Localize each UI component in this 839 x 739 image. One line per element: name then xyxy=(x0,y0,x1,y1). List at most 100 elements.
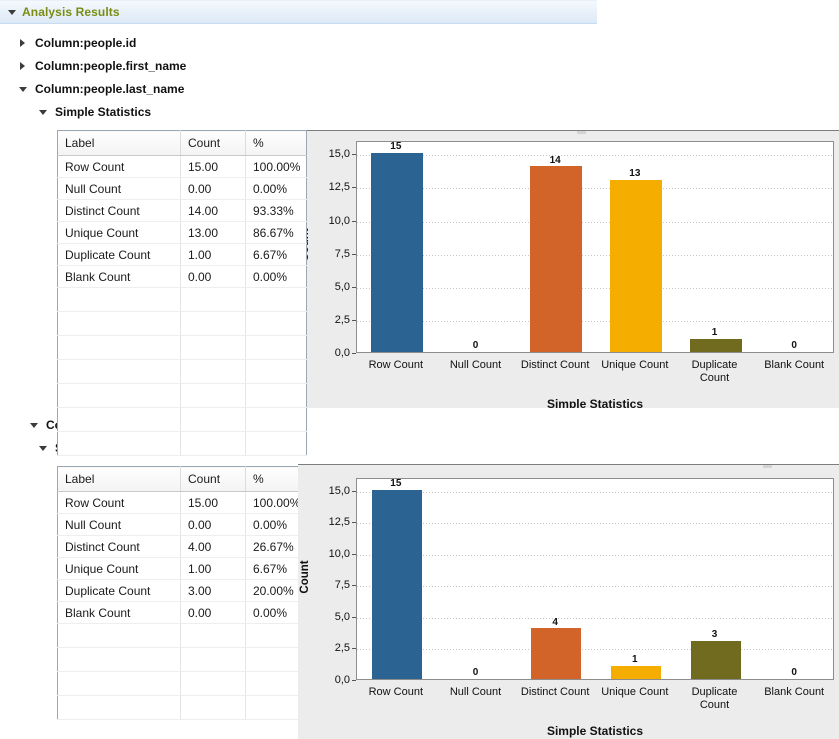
bar-row-count[interactable] xyxy=(371,153,423,352)
table-row[interactable]: Unique Count13.0086.67% xyxy=(58,222,307,244)
simple-statistics-chart-2[interactable]: 15041300,02,55,07,510,012,515,0CountRow … xyxy=(298,464,839,739)
table-cell-pct: 93.33% xyxy=(246,200,307,222)
tree-item-people-id[interactable]: Column:people.id xyxy=(19,36,136,50)
table-cell-label: Unique Count xyxy=(58,222,181,244)
table-cell-empty xyxy=(246,384,307,408)
table-cell-label: Duplicate Count xyxy=(58,244,181,266)
gridline xyxy=(357,618,833,619)
tree-item-simple-statistics-1[interactable]: Simple Statistics xyxy=(39,105,151,119)
column-header-count[interactable]: Count xyxy=(181,467,246,492)
bar-value-label: 0 xyxy=(791,667,797,678)
table-cell-empty xyxy=(181,288,246,312)
tree-item-people-first-name[interactable]: Column:people.first_name xyxy=(19,59,186,73)
table-cell-empty xyxy=(58,312,181,336)
table-cell-empty xyxy=(58,648,181,672)
y-axis-title: Count xyxy=(299,542,311,612)
table-cell-empty xyxy=(181,336,246,360)
gridline xyxy=(357,492,833,493)
table-row[interactable]: Blank Count0.000.00% xyxy=(58,602,307,624)
gridline xyxy=(357,586,833,587)
column-header-label[interactable]: Label xyxy=(58,467,181,492)
table-row[interactable]: Duplicate Count3.0020.00% xyxy=(58,580,307,602)
table-row[interactable]: Distinct Count14.0093.33% xyxy=(58,200,307,222)
table-cell-pct: 6.67% xyxy=(246,244,307,266)
bar-value-label: 1 xyxy=(712,327,718,338)
table-cell-pct: 0.00% xyxy=(246,178,307,200)
y-axis-tick-label: 2,5 xyxy=(314,314,350,326)
table-cell-empty xyxy=(58,336,181,360)
simple-statistics-chart-1[interactable]: 1501413100,02,55,07,510,012,515,0CountRo… xyxy=(307,130,839,408)
x-axis-tick-label: Blank Count xyxy=(747,359,839,372)
caret-down-icon[interactable] xyxy=(39,444,48,453)
y-axis-tick-mark xyxy=(352,353,356,354)
table-header-row: Label Count % xyxy=(58,467,307,492)
table-cell-count: 0.00 xyxy=(181,178,246,200)
simple-statistics-table-1[interactable]: Label Count % Row Count15.00100.00%Null … xyxy=(57,130,307,456)
plot-area xyxy=(356,478,834,680)
table-cell-empty xyxy=(181,696,246,720)
bar-distinct-count[interactable] xyxy=(530,166,582,352)
table-row[interactable]: Unique Count1.006.67% xyxy=(58,558,307,580)
bar-value-label: 0 xyxy=(473,667,479,678)
table-cell-pct: 86.67% xyxy=(246,222,307,244)
table-cell-empty xyxy=(181,432,246,456)
table-cell-label: Blank Count xyxy=(58,266,181,288)
y-axis-tick-mark xyxy=(352,491,356,492)
tree-item-label: Column:people.first_name xyxy=(35,59,186,73)
table-cell-empty xyxy=(246,408,307,432)
tree-item-people-last-name[interactable]: Column:people.last_name xyxy=(19,82,184,96)
chart-divider xyxy=(298,464,839,465)
table-row[interactable]: Row Count15.00100.00% xyxy=(58,156,307,178)
bar-unique-count[interactable] xyxy=(610,180,662,352)
chart-scroll-nub[interactable] xyxy=(763,465,772,468)
bar-row-count[interactable] xyxy=(372,490,422,679)
table-row[interactable]: Duplicate Count1.006.67% xyxy=(58,244,307,266)
caret-right-icon[interactable] xyxy=(19,62,28,71)
simple-statistics-table-2[interactable]: Label Count % Row Count15.00100.00%Null … xyxy=(57,466,307,720)
table-cell-empty xyxy=(58,624,181,648)
caret-down-icon[interactable] xyxy=(30,421,39,430)
table-cell-count: 15.00 xyxy=(181,156,246,178)
table-cell-count: 13.00 xyxy=(181,222,246,244)
table-row[interactable]: Distinct Count4.0026.67% xyxy=(58,536,307,558)
caret-right-icon[interactable] xyxy=(19,39,28,48)
table-cell-empty xyxy=(58,288,181,312)
table-cell-empty xyxy=(181,648,246,672)
table-row-empty xyxy=(58,672,307,696)
y-axis-tick-label: 7,5 xyxy=(314,579,350,591)
column-header-percent[interactable]: % xyxy=(246,131,307,156)
analysis-results-header[interactable]: Analysis Results xyxy=(0,0,597,24)
bar-duplicate-count[interactable] xyxy=(690,339,742,352)
table-row[interactable]: Blank Count0.000.00% xyxy=(58,266,307,288)
table-row[interactable]: Null Count0.000.00% xyxy=(58,514,307,536)
table-cell-empty xyxy=(58,672,181,696)
table-cell-empty xyxy=(246,336,307,360)
table-row[interactable]: Row Count15.00100.00% xyxy=(58,492,307,514)
caret-down-icon[interactable] xyxy=(39,108,48,117)
column-header-label[interactable]: Label xyxy=(58,131,181,156)
bar-value-label: 4 xyxy=(552,617,558,628)
chart-scroll-nub[interactable] xyxy=(577,131,586,134)
gridline xyxy=(357,255,833,256)
table-cell-empty xyxy=(246,288,307,312)
caret-down-icon[interactable] xyxy=(8,8,17,17)
bar-value-label: 3 xyxy=(712,629,718,640)
y-axis-tick-label: 10,0 xyxy=(314,215,350,227)
table-cell-label: Distinct Count xyxy=(58,536,181,558)
bar-distinct-count[interactable] xyxy=(531,628,581,679)
table-cell-label: Row Count xyxy=(58,156,181,178)
table-cell-empty xyxy=(181,312,246,336)
y-axis-tick-mark xyxy=(352,187,356,188)
bar-duplicate-count[interactable] xyxy=(691,641,741,679)
column-header-count[interactable]: Count xyxy=(181,131,246,156)
y-axis-tick-label: 0,0 xyxy=(314,347,350,359)
table-cell-count: 0.00 xyxy=(181,266,246,288)
gridline xyxy=(357,649,833,650)
table-row[interactable]: Null Count0.000.00% xyxy=(58,178,307,200)
caret-down-icon[interactable] xyxy=(19,85,28,94)
table-cell-label: Row Count xyxy=(58,492,181,514)
bar-unique-count[interactable] xyxy=(611,666,661,679)
y-axis-tick-mark xyxy=(352,320,356,321)
y-axis-tick-label: 7,5 xyxy=(314,248,350,260)
bar-value-label: 15 xyxy=(390,478,401,489)
